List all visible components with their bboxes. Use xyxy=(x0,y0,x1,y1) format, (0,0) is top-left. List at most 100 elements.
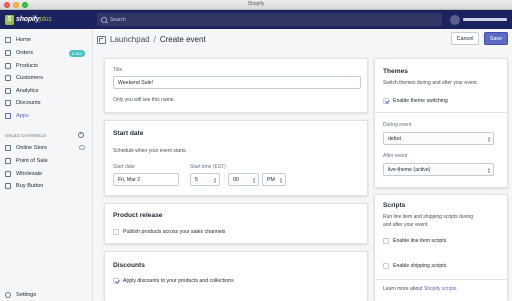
shipping-scripts-checkbox[interactable] xyxy=(383,263,389,269)
shopify-bag-icon xyxy=(5,14,14,25)
themes-heading: Themes xyxy=(383,68,408,75)
breadcrumb-separator: / xyxy=(153,35,156,44)
product-release-card: Product release Publish products across … xyxy=(104,203,368,244)
home-icon xyxy=(5,37,11,43)
add-sales-channel-icon[interactable] xyxy=(78,131,84,138)
sidebar-item-label: Customers xyxy=(16,75,44,81)
search-icon xyxy=(101,16,107,23)
themes-card: Themes Switch themes during and after yo… xyxy=(374,58,508,188)
customers-icon xyxy=(5,75,11,81)
wholesale-icon xyxy=(5,171,11,177)
sidebar-item-discounts[interactable]: Discounts xyxy=(5,98,89,108)
enable-theme-switching-option[interactable]: Enable theme switching xyxy=(383,98,448,104)
publish-products-label: Publish products across your sales chann… xyxy=(123,229,226,235)
search-placeholder: Search xyxy=(110,16,126,23)
orders-icon xyxy=(5,50,11,56)
hour-value: 5 xyxy=(195,176,198,183)
sales-channels-heading: SALES CHANNELS xyxy=(5,133,47,138)
start-date-label: Start date xyxy=(113,164,135,170)
ampm-value: PM xyxy=(267,176,275,183)
publish-products-checkbox[interactable] xyxy=(113,229,119,235)
breadcrumb-launchpad-link[interactable]: Launchpad xyxy=(110,35,150,44)
sidebar-item-label: Home xyxy=(16,37,31,43)
select-chevron-icon: ▴ ▾ xyxy=(279,176,282,184)
store-name-placeholder xyxy=(463,18,507,21)
sidebar-item-apps[interactable]: Apps xyxy=(5,111,89,121)
hour-select[interactable]: 5 ▴ ▾ xyxy=(190,173,220,186)
sidebar: Home Orders 6,583 Products Customers Ana… xyxy=(0,29,93,301)
line-item-scripts-label: Enable line item scripts xyxy=(393,238,447,244)
line-item-scripts-option[interactable]: Enable line item scripts xyxy=(383,238,446,244)
sidebar-item-online-store[interactable]: Online Store xyxy=(5,143,89,153)
window-title: Shopify xyxy=(247,1,265,7)
scripts-card: Scripts Run line item and shipping scrip… xyxy=(374,194,508,301)
select-chevron-icon: ▴ ▾ xyxy=(487,166,490,174)
products-icon xyxy=(5,63,11,69)
during-event-label: During event xyxy=(383,122,412,128)
eye-icon[interactable] xyxy=(79,145,85,150)
time-separator: : xyxy=(224,175,226,181)
select-chevron-icon: ▴ ▾ xyxy=(487,135,490,143)
discounts-card: Discounts Apply discounts to your produc… xyxy=(104,251,368,301)
account-menu[interactable] xyxy=(450,13,510,26)
gear-icon xyxy=(5,292,11,298)
learn-more-text: Learn more about Shopify scripts. xyxy=(383,286,458,292)
scripts-description-line1: Run line item and shipping scripts durin… xyxy=(383,214,474,220)
line-item-scripts-checkbox[interactable] xyxy=(383,238,389,244)
publish-products-option[interactable]: Publish products across your sales chann… xyxy=(113,229,225,235)
scripts-heading: Scripts xyxy=(383,202,406,209)
themes-description: Switch themes during and after your even… xyxy=(383,80,479,86)
sidebar-item-buy-button[interactable]: Buy Button xyxy=(5,181,89,191)
after-event-select[interactable]: live-theme (active) ▴ ▾ xyxy=(383,163,494,176)
during-event-value: debut xyxy=(388,135,401,142)
during-event-select[interactable]: debut ▴ ▾ xyxy=(383,132,494,145)
after-event-label: After event xyxy=(383,153,408,159)
sidebar-item-label: Orders xyxy=(16,50,34,56)
select-chevron-icon: ▴ ▾ xyxy=(213,176,216,184)
buy-button-icon xyxy=(5,183,11,189)
title-input[interactable]: Weekend Sale! xyxy=(113,76,361,89)
divider xyxy=(375,112,507,113)
minute-select[interactable]: 00 ▴ ▾ xyxy=(228,173,259,186)
logo-suffix: plus xyxy=(39,16,52,23)
enable-theme-switching-label: Enable theme switching xyxy=(393,98,448,104)
start-date-heading: Start date xyxy=(113,130,144,137)
sidebar-item-label: Products xyxy=(16,63,39,69)
sidebar-item-settings[interactable]: Settings xyxy=(5,290,89,300)
discounts-heading: Discounts xyxy=(113,262,145,269)
product-release-heading: Product release xyxy=(113,212,163,219)
apply-discounts-option[interactable]: Apply discounts to your products and col… xyxy=(113,278,234,284)
start-time-label: Start time (EST) xyxy=(190,164,226,170)
logo-text: shopify xyxy=(16,16,40,23)
save-button[interactable]: Save xyxy=(484,32,508,45)
pos-icon xyxy=(5,158,11,164)
sidebar-item-label: Settings xyxy=(16,292,37,298)
ampm-select[interactable]: PM ▴ ▾ xyxy=(262,173,286,186)
sidebar-item-label: Discounts xyxy=(16,100,41,106)
sidebar-item-wholesale[interactable]: Wholesale xyxy=(5,169,89,179)
divider xyxy=(375,279,507,280)
shopify-scripts-link[interactable]: Shopify scripts. xyxy=(424,286,458,292)
back-arrow-icon[interactable] xyxy=(97,35,106,44)
search-input[interactable]: Search xyxy=(97,13,442,26)
shipping-scripts-option[interactable]: Enable shipping scripts xyxy=(383,263,446,269)
cancel-button[interactable]: Cancel xyxy=(451,32,479,45)
avatar xyxy=(450,14,460,25)
sidebar-item-products[interactable]: Products xyxy=(5,61,89,71)
sidebar-item-home[interactable]: Home xyxy=(5,35,89,45)
discounts-icon xyxy=(5,100,11,106)
title-label: Title xyxy=(113,67,123,73)
start-date-input[interactable]: Fri, Mar 2 xyxy=(113,173,179,186)
shopify-logo[interactable]: shopifyplus xyxy=(5,14,52,25)
scripts-description-line2: and after your event. xyxy=(383,222,429,228)
sidebar-item-customers[interactable]: Customers xyxy=(5,73,89,83)
sidebar-item-point-of-sale[interactable]: Point of Sale xyxy=(5,156,89,166)
sidebar-item-orders[interactable]: Orders 6,583 xyxy=(5,48,89,58)
apply-discounts-checkbox[interactable] xyxy=(113,278,119,284)
apps-icon xyxy=(5,113,11,119)
start-date-card: Start date Schedule when your event star… xyxy=(104,120,368,196)
sidebar-item-label: Apps xyxy=(16,113,29,119)
select-chevron-icon: ▴ ▾ xyxy=(252,176,255,184)
sidebar-item-analytics[interactable]: Analytics xyxy=(5,86,89,96)
enable-theme-switching-checkbox[interactable] xyxy=(383,98,389,104)
